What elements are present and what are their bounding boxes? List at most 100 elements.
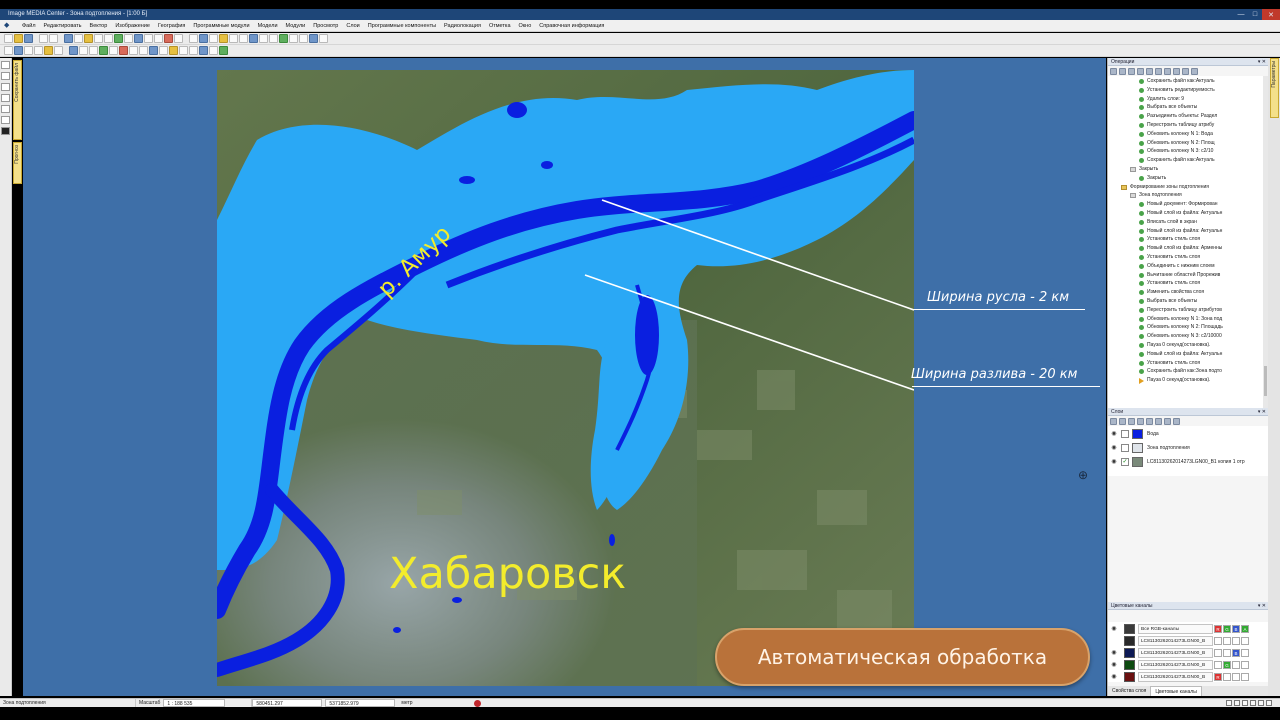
channel-row[interactable]: LC81130262014273LGN00_B	[1110, 635, 1267, 647]
brush-tool-icon[interactable]	[1, 116, 10, 124]
channel-row[interactable]: ◉ Все RGB-каналы R G B A	[1110, 623, 1267, 635]
layer-style-icon[interactable]	[1155, 418, 1162, 425]
tool-a-icon[interactable]	[189, 34, 198, 43]
layer-icon[interactable]	[134, 34, 143, 43]
tool-g-icon[interactable]	[249, 34, 258, 43]
tool-d-icon[interactable]	[219, 34, 228, 43]
operation-item[interactable]: Новый слой из файла: Актуальн	[1139, 350, 1222, 359]
menu-program-components[interactable]: Программные компоненты	[364, 23, 440, 29]
channel-toggle[interactable]: R	[1214, 625, 1222, 633]
query-icon[interactable]	[209, 46, 218, 55]
layers-panel-pin[interactable]: ▾ ✕	[1258, 408, 1266, 416]
op-step-icon[interactable]	[1137, 68, 1144, 75]
operation-item[interactable]: Новый документ: Формирован	[1139, 200, 1218, 209]
operation-item[interactable]: Закрыть	[1130, 165, 1158, 174]
zoom-tool-icon[interactable]	[1, 83, 10, 91]
op-add-icon[interactable]	[1146, 68, 1153, 75]
menu-image[interactable]: Изображение	[111, 23, 154, 29]
run-icon[interactable]	[219, 46, 228, 55]
satellite-map[interactable]: р. Амур Хабаровск	[217, 70, 914, 686]
operation-item[interactable]: Объединить с нижним слоем	[1139, 262, 1215, 271]
channel-toggle[interactable]: B	[1232, 625, 1240, 633]
menu-models[interactable]: Модели	[254, 23, 282, 29]
channel-toggle[interactable]	[1214, 649, 1222, 657]
layer-new-icon[interactable]	[1110, 418, 1117, 425]
operation-item[interactable]: Удалить слои: 9	[1139, 95, 1184, 104]
visibility-eye-icon[interactable]: ◉	[1110, 458, 1118, 466]
menu-modules[interactable]: Модули	[282, 23, 310, 29]
channel-toggle[interactable]	[1241, 673, 1249, 681]
undo-icon[interactable]	[39, 34, 48, 43]
op-down-icon[interactable]	[1191, 68, 1198, 75]
status-icon-3[interactable]	[1242, 700, 1248, 706]
operation-item[interactable]: Установить стиль слоя	[1139, 279, 1200, 288]
channel-toggle[interactable]	[1232, 661, 1240, 669]
text-tool-icon[interactable]	[1, 94, 10, 102]
map-viewport[interactable]: р. Амур Хабаровск Ширина русла - 2 км Ши…	[23, 58, 1106, 696]
label-icon[interactable]	[179, 46, 188, 55]
operation-item[interactable]: Установить стиль слоя	[1139, 359, 1200, 368]
stop-icon[interactable]	[164, 34, 173, 43]
tool-f-icon[interactable]	[239, 34, 248, 43]
sidetab-parameters[interactable]: Параметры	[1270, 58, 1279, 118]
buffer-icon[interactable]	[139, 46, 148, 55]
op-save-icon[interactable]	[1164, 68, 1171, 75]
layer-checkbox[interactable]: ✓	[1121, 458, 1129, 466]
select-icon[interactable]	[64, 34, 73, 43]
layer-row[interactable]: ◉ ✓ LC81130262014273LGN00_B1 копия 1 отр	[1110, 455, 1267, 469]
union-icon[interactable]	[159, 46, 168, 55]
op-open-icon[interactable]	[1173, 68, 1180, 75]
status-icon-1[interactable]	[1226, 700, 1232, 706]
operation-item[interactable]: Обновить колонку N 2: Площ	[1139, 139, 1215, 148]
operation-item[interactable]: Обновить колонку N 1: Вода	[1139, 130, 1213, 139]
foreground-color-icon[interactable]	[1, 127, 10, 135]
operation-item[interactable]: Обновить колонку N 3: с2/10000	[1139, 332, 1222, 341]
close-button[interactable]: ✕	[1262, 9, 1280, 20]
channel-toggle[interactable]	[1223, 637, 1231, 645]
menu-geography[interactable]: География	[154, 23, 189, 29]
op-play-icon[interactable]	[1128, 68, 1135, 75]
edit-node-icon[interactable]	[69, 46, 78, 55]
delete-icon[interactable]	[119, 46, 128, 55]
tool-n-icon[interactable]	[319, 34, 328, 43]
channel-row[interactable]: ◉ LC81130262014273LGN00_B R	[1110, 671, 1267, 683]
operation-item[interactable]: Сохранить файл как:Зона подто	[1139, 367, 1222, 376]
status-icon-5[interactable]	[1258, 700, 1264, 706]
channel-toggle[interactable]	[1214, 637, 1222, 645]
redo-icon[interactable]	[49, 34, 58, 43]
op-remove-icon[interactable]	[1155, 68, 1162, 75]
draw-rect-icon[interactable]	[34, 46, 43, 55]
draw-ellipse-icon[interactable]	[44, 46, 53, 55]
hand-tool-icon[interactable]	[1, 72, 10, 80]
draw-text-icon[interactable]	[54, 46, 63, 55]
operations-scroll-thumb[interactable]	[1264, 366, 1267, 396]
snap-icon[interactable]	[189, 46, 198, 55]
tool-l-icon[interactable]	[299, 34, 308, 43]
op-up-icon[interactable]	[1182, 68, 1189, 75]
zoom-in-icon[interactable]	[94, 34, 103, 43]
zoom-out-icon[interactable]	[104, 34, 113, 43]
channel-row[interactable]: ◉ LC81130262014273LGN00_B G	[1110, 659, 1267, 671]
tool-m-icon[interactable]	[309, 34, 318, 43]
layer-row[interactable]: ◉ Вода	[1110, 427, 1267, 441]
operation-item[interactable]: Установить стиль слоя	[1139, 253, 1200, 262]
operation-item[interactable]: Пауза 0 секунд(остановка).	[1139, 341, 1210, 350]
menu-file[interactable]: Файл	[18, 23, 40, 29]
channel-toggle[interactable]: G	[1223, 661, 1231, 669]
menu-edit[interactable]: Редактировать	[40, 23, 86, 29]
new-file-icon[interactable]	[4, 34, 13, 43]
sidetab-forecast[interactable]: Прогноз	[13, 142, 22, 184]
operation-item[interactable]: Вычитание областей Прорежив	[1139, 271, 1220, 280]
channel-eye-icon[interactable]: ◉	[1110, 649, 1118, 657]
merge-icon[interactable]	[99, 46, 108, 55]
save-icon[interactable]	[24, 34, 33, 43]
channel-toggle[interactable]	[1223, 649, 1231, 657]
operation-item[interactable]: Вписать слой в экран	[1139, 218, 1197, 227]
operation-item[interactable]: Установить редактируемость	[1139, 86, 1215, 95]
sidetab-save-file[interactable]: Сохранить файл	[13, 60, 22, 140]
operation-item[interactable]: Новый слой из файла: Актуальн	[1139, 209, 1222, 218]
operation-item[interactable]: Установить стиль слоя	[1139, 235, 1200, 244]
measure-icon[interactable]	[129, 46, 138, 55]
channel-toggle[interactable]	[1232, 673, 1240, 681]
clip-icon[interactable]	[149, 46, 158, 55]
